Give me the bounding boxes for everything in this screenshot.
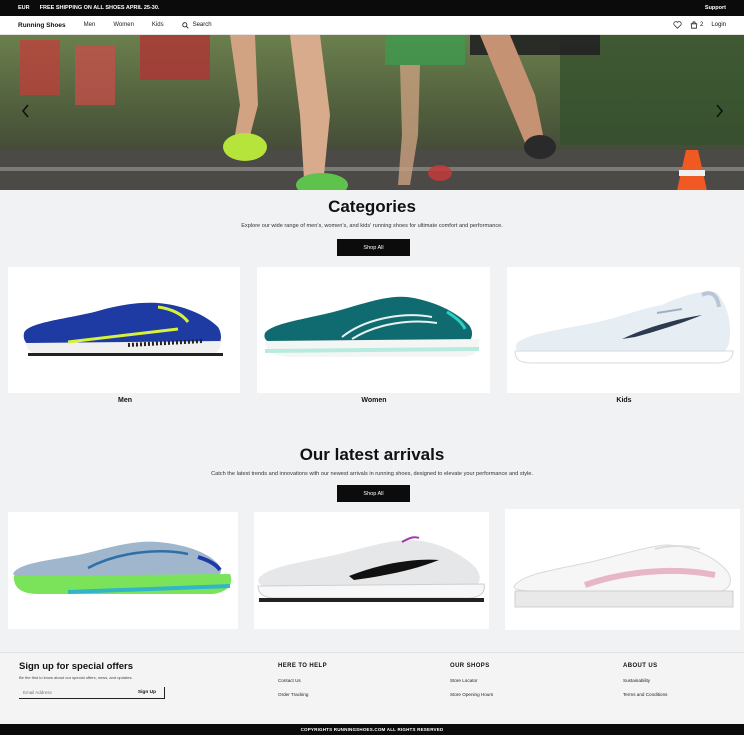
hero-prev-button[interactable] <box>18 103 32 119</box>
footer-link-sustainability[interactable]: Sustainability <box>623 678 667 683</box>
product-card-1[interactable] <box>8 512 238 629</box>
footer-column-shops: OUR SHOPS Store Locator Store Opening Ho… <box>450 663 493 706</box>
hero-banner <box>0 35 744 190</box>
product-card-3[interactable] <box>505 509 740 630</box>
shoe-image-kids <box>514 291 734 364</box>
categories-subtitle: Explore our wide range of men's, women's… <box>241 223 503 229</box>
signup-title: Sign up for special offers <box>19 661 134 672</box>
chevron-right-icon <box>715 104 723 118</box>
arrivals-title: Our latest arrivals <box>299 445 445 464</box>
promo-text: FREE SHIPPING ON ALL SHOES APRIL 25-30. <box>39 5 160 11</box>
signup-form: Sign Up <box>19 687 165 699</box>
search-label: Search <box>192 22 212 28</box>
shoe-image-women <box>264 296 480 357</box>
categories-shop-all-button[interactable]: Shop All <box>337 239 410 256</box>
login-link[interactable]: Login <box>711 22 726 28</box>
search-icon <box>181 21 189 29</box>
footer-link-terms[interactable]: Terms and Conditions <box>623 692 667 697</box>
brand-logo[interactable]: Running Shoes <box>18 22 66 29</box>
bag-icon <box>690 21 698 29</box>
category-card-men[interactable] <box>8 267 240 393</box>
product-image-2 <box>257 536 485 602</box>
copyright-bar: COPYRIGHTS RUNNINGSHOES.COM ALL RIGHTS R… <box>0 724 744 735</box>
heart-icon <box>673 21 682 29</box>
hero-next-button[interactable] <box>712 103 726 119</box>
support-link[interactable]: Support <box>705 5 726 11</box>
main-nav: Running Shoes Men Women Kids Search 2 Lo… <box>0 16 744 35</box>
footer-link-order-tracking[interactable]: Order Tracking <box>278 692 327 697</box>
currency-selector[interactable]: EUR <box>18 5 30 11</box>
footer-heading: ABOUT US <box>623 663 658 669</box>
category-label-men[interactable]: Men <box>8 397 242 404</box>
announcement-bar: EUR FREE SHIPPING ON ALL SHOES APRIL 25-… <box>0 0 744 16</box>
footer-link-opening-hours[interactable]: Store Opening Hours <box>450 692 493 697</box>
cart-count: 2 <box>699 22 704 28</box>
site-footer: Sign up for special offers Be the first … <box>0 652 744 724</box>
copyright-text: COPYRIGHTS RUNNINGSHOES.COM ALL RIGHTS R… <box>300 727 444 732</box>
category-card-kids[interactable] <box>507 267 740 393</box>
footer-heading: OUR SHOPS <box>450 663 490 669</box>
nav-link-women[interactable]: Women <box>113 22 134 28</box>
hero-image <box>0 35 744 190</box>
product-image-3 <box>513 544 734 608</box>
categories-title: Categories <box>328 197 416 216</box>
category-label-women[interactable]: Women <box>257 397 491 404</box>
cart-button[interactable]: 2 <box>690 21 703 29</box>
footer-column-about: ABOUT US Sustainability Terms and Condit… <box>623 663 667 706</box>
category-card-women[interactable] <box>257 267 490 393</box>
nav-link-men[interactable]: Men <box>84 22 96 28</box>
product-card-2[interactable] <box>254 512 489 629</box>
arrivals-shop-all-button[interactable]: Shop All <box>337 485 410 502</box>
shoe-image-men <box>23 302 223 356</box>
signup-button[interactable]: Sign Up <box>138 690 156 695</box>
footer-link-contact[interactable]: Contact Us <box>278 678 327 683</box>
signup-description: Be the first to know about our special o… <box>19 675 133 680</box>
footer-link-store-locator[interactable]: Store Locator <box>450 678 493 683</box>
wishlist-button[interactable] <box>673 21 682 29</box>
nav-actions: 2 Login <box>673 21 726 29</box>
email-field[interactable] <box>19 690 119 695</box>
search-button[interactable]: Search <box>181 21 212 29</box>
arrivals-subtitle: Catch the latest trends and innovations … <box>211 471 533 477</box>
nav-link-kids[interactable]: Kids <box>152 22 164 28</box>
footer-column-help: HERE TO HELP Contact Us Order Tracking <box>278 663 327 706</box>
product-image-1 <box>13 541 232 594</box>
category-label-kids[interactable]: Kids <box>507 397 741 404</box>
chevron-left-icon <box>21 104 29 118</box>
footer-heading: HERE TO HELP <box>278 663 328 669</box>
